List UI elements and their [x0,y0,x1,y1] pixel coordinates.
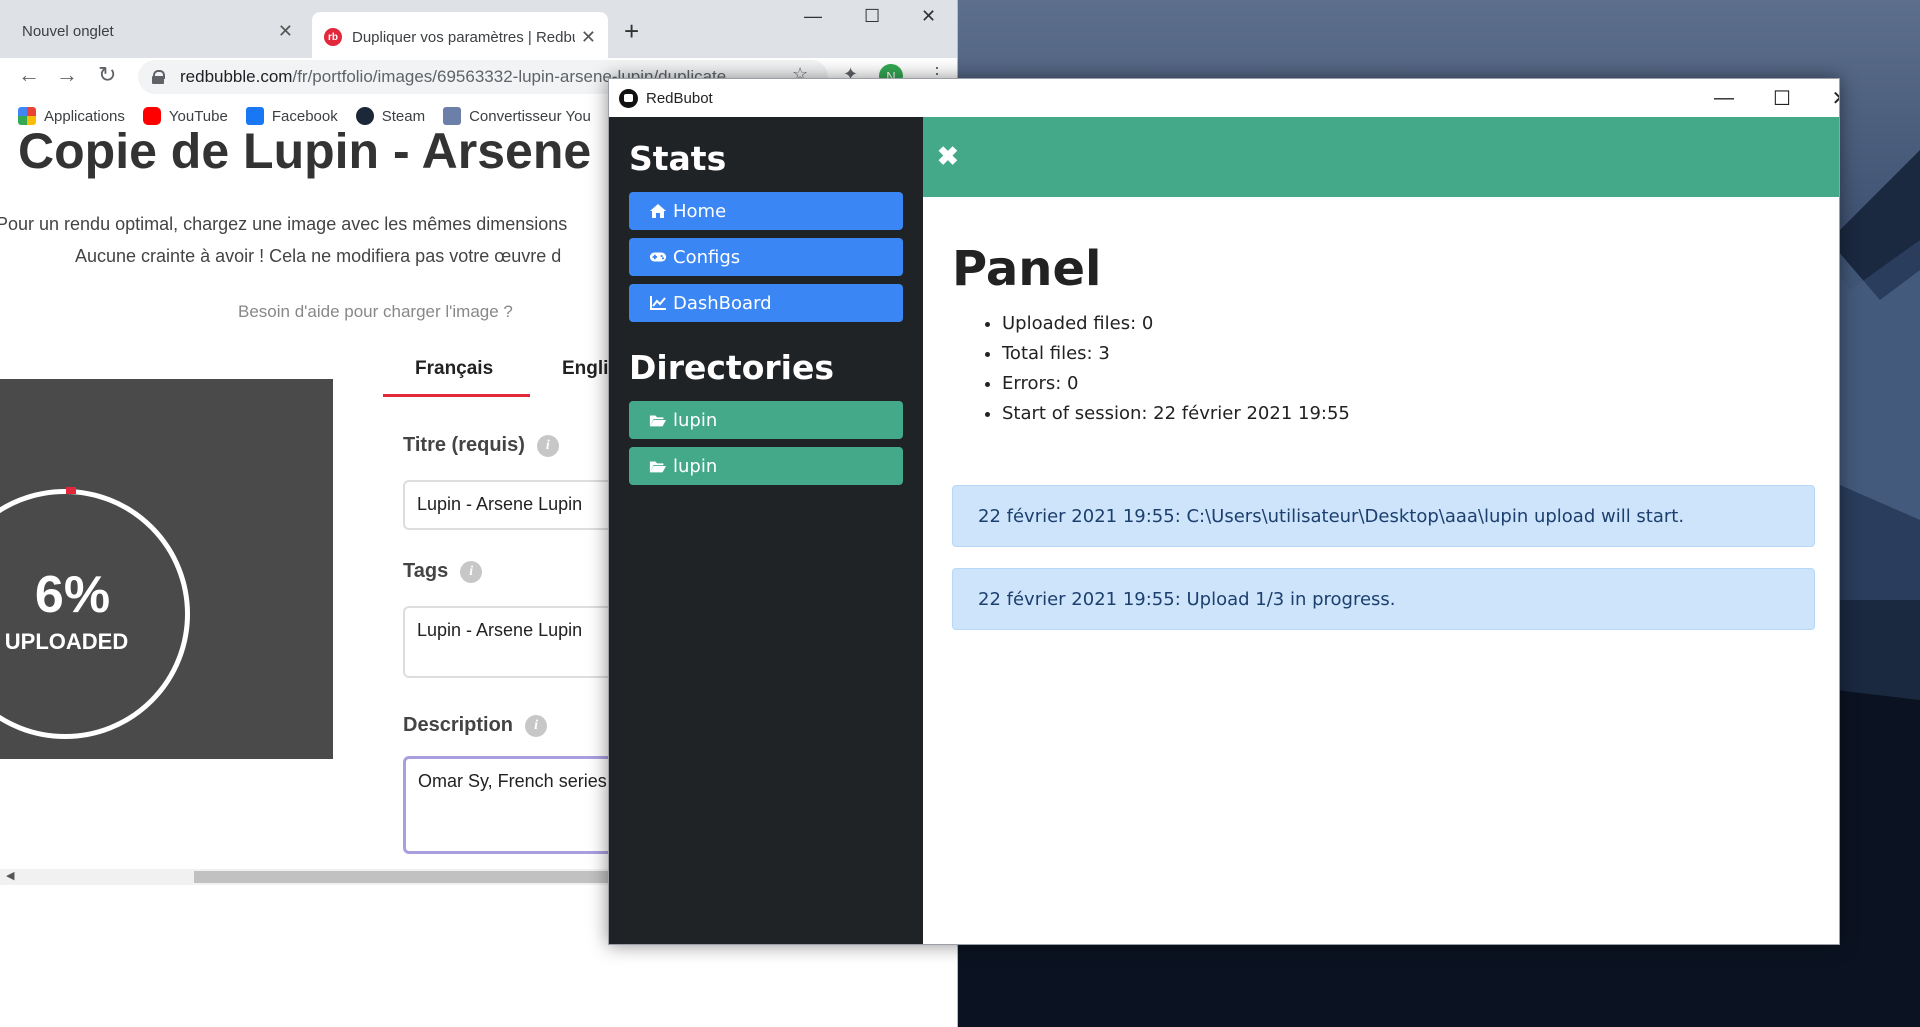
bookmark-applications[interactable]: Applications [18,107,125,125]
converter-icon [443,107,462,125]
stat-session-start: Start of session: 22 février 2021 19:55 [1002,399,1350,429]
info-icon[interactable]: i [525,714,548,737]
close-window-button[interactable]: ✕ [1811,79,1839,117]
youtube-icon [142,107,161,125]
bookmark-label: Applications [44,107,125,125]
upload-preview: 6% UPLOADED [0,379,333,759]
bookmark-youtube[interactable]: YouTube [142,107,228,125]
maximize-button[interactable]: ☐ [864,6,880,27]
minimize-button[interactable]: — [1695,79,1753,117]
sidebar-item-configs[interactable]: Configs [629,238,903,276]
directory-label: lupin [673,455,718,477]
apps-grid-icon [18,107,36,125]
bookmark-label: YouTube [168,107,228,125]
bookmark-label: Convertisseur You [469,107,591,125]
stats-list: Uploaded files: 0 Total files: 3 Errors:… [1002,309,1350,429]
title-label: Titre (requis) i [403,434,559,457]
tab-title: Dupliquer vos paramètres | Redbubble [352,28,575,46]
tab-new-tab[interactable]: Nouvel onglet ✕ [10,12,305,50]
url-host: redbubble.com [180,67,293,86]
log-alert: 22 février 2021 19:55: C:\Users\utilisat… [952,485,1815,547]
scrollbar-thumb[interactable] [194,871,614,883]
close-icon[interactable]: ✖ [937,141,959,172]
main-content: ✖ Panel Uploaded files: 0 Total files: 3… [923,117,1839,944]
folder-open-icon [649,413,667,428]
home-icon [649,203,667,219]
gamepad-icon [649,250,667,264]
sidebar: Stats Home Configs DashBoard Directories… [609,117,923,944]
steam-icon [355,107,374,125]
chart-line-icon [649,295,667,311]
redbubble-favicon-icon: rb [324,28,342,46]
active-tab-underline [383,394,530,397]
directory-item[interactable]: lupin [629,447,903,485]
tags-label-text: Tags [403,560,449,582]
lock-icon [152,70,165,84]
info-icon[interactable]: i [536,434,559,457]
tab-title: Nouvel onglet [22,22,114,40]
back-button[interactable]: ← [18,62,40,88]
stat-errors: Errors: 0 [1002,369,1350,399]
forward-button[interactable]: → [56,62,78,88]
sidebar-item-label: Home [673,200,727,222]
tab-french[interactable]: Français [415,358,493,380]
log-alert: 22 février 2021 19:55: Upload 1/3 in pro… [952,568,1815,630]
description-label: Description i [403,714,548,737]
folder-open-icon [649,459,667,474]
bookmark-label: Steam [381,107,426,125]
sidebar-item-label: DashBoard [673,292,772,314]
sidebar-item-dashboard[interactable]: DashBoard [629,284,903,322]
title-label-text: Titre (requis) [403,434,525,456]
sidebar-item-home[interactable]: Home [629,192,903,230]
tab-close-icon[interactable]: ✕ [278,21,293,42]
tab-redbubble[interactable]: rb Dupliquer vos paramètres | Redbubble … [312,12,608,62]
stats-heading: Stats [629,139,727,178]
reload-button[interactable]: ↻ [98,62,116,88]
maximize-button[interactable]: ☐ [1753,79,1811,117]
directories-heading: Directories [629,348,834,387]
close-window-button[interactable]: ✕ [921,6,936,27]
intro-text-line2: Aucune crainte à avoir ! Cela ne modifie… [75,246,562,266]
upload-percent: 6% [34,566,111,624]
tab-close-icon[interactable]: ✕ [581,27,596,48]
help-link[interactable]: Besoin d'aide pour charger l'image ? [238,302,513,322]
stat-uploaded-files: Uploaded files: 0 [1002,309,1350,339]
bookmark-label: Facebook [271,107,338,125]
new-tab-button[interactable]: + [624,16,639,47]
window-title: RedBubot [646,89,713,107]
scroll-left-icon[interactable]: ◀ [6,869,14,882]
redbubot-titlebar: RedBubot — ☐ ✕ [609,79,1839,117]
directory-label: lupin [673,409,718,431]
redbubot-window: RedBubot — ☐ ✕ Stats Home Configs DashBo… [608,78,1840,945]
sidebar-item-label: Configs [673,246,741,268]
facebook-icon [245,107,264,125]
bookmark-facebook[interactable]: Facebook [245,107,338,125]
info-icon[interactable]: i [460,560,483,583]
stat-total-files: Total files: 3 [1002,339,1350,369]
upload-label: UPLOADED [4,629,129,654]
top-bar: ✖ [923,117,1839,197]
redbubot-logo-icon [619,88,638,108]
page-title: Panel [952,241,1102,297]
description-label-text: Description [403,714,514,736]
bookmark-steam[interactable]: Steam [355,107,426,125]
intro-text-line1: Pour un rendu optimal, chargez une image… [0,214,568,234]
tags-label: Tags i [403,560,483,583]
directory-item[interactable]: lupin [629,401,903,439]
progress-indicator [66,487,76,494]
tab-strip: Nouvel onglet ✕ rb Dupliquer vos paramèt… [0,0,957,62]
bookmark-converter[interactable]: Convertisseur You [443,107,591,125]
minimize-button[interactable]: — [804,6,822,27]
